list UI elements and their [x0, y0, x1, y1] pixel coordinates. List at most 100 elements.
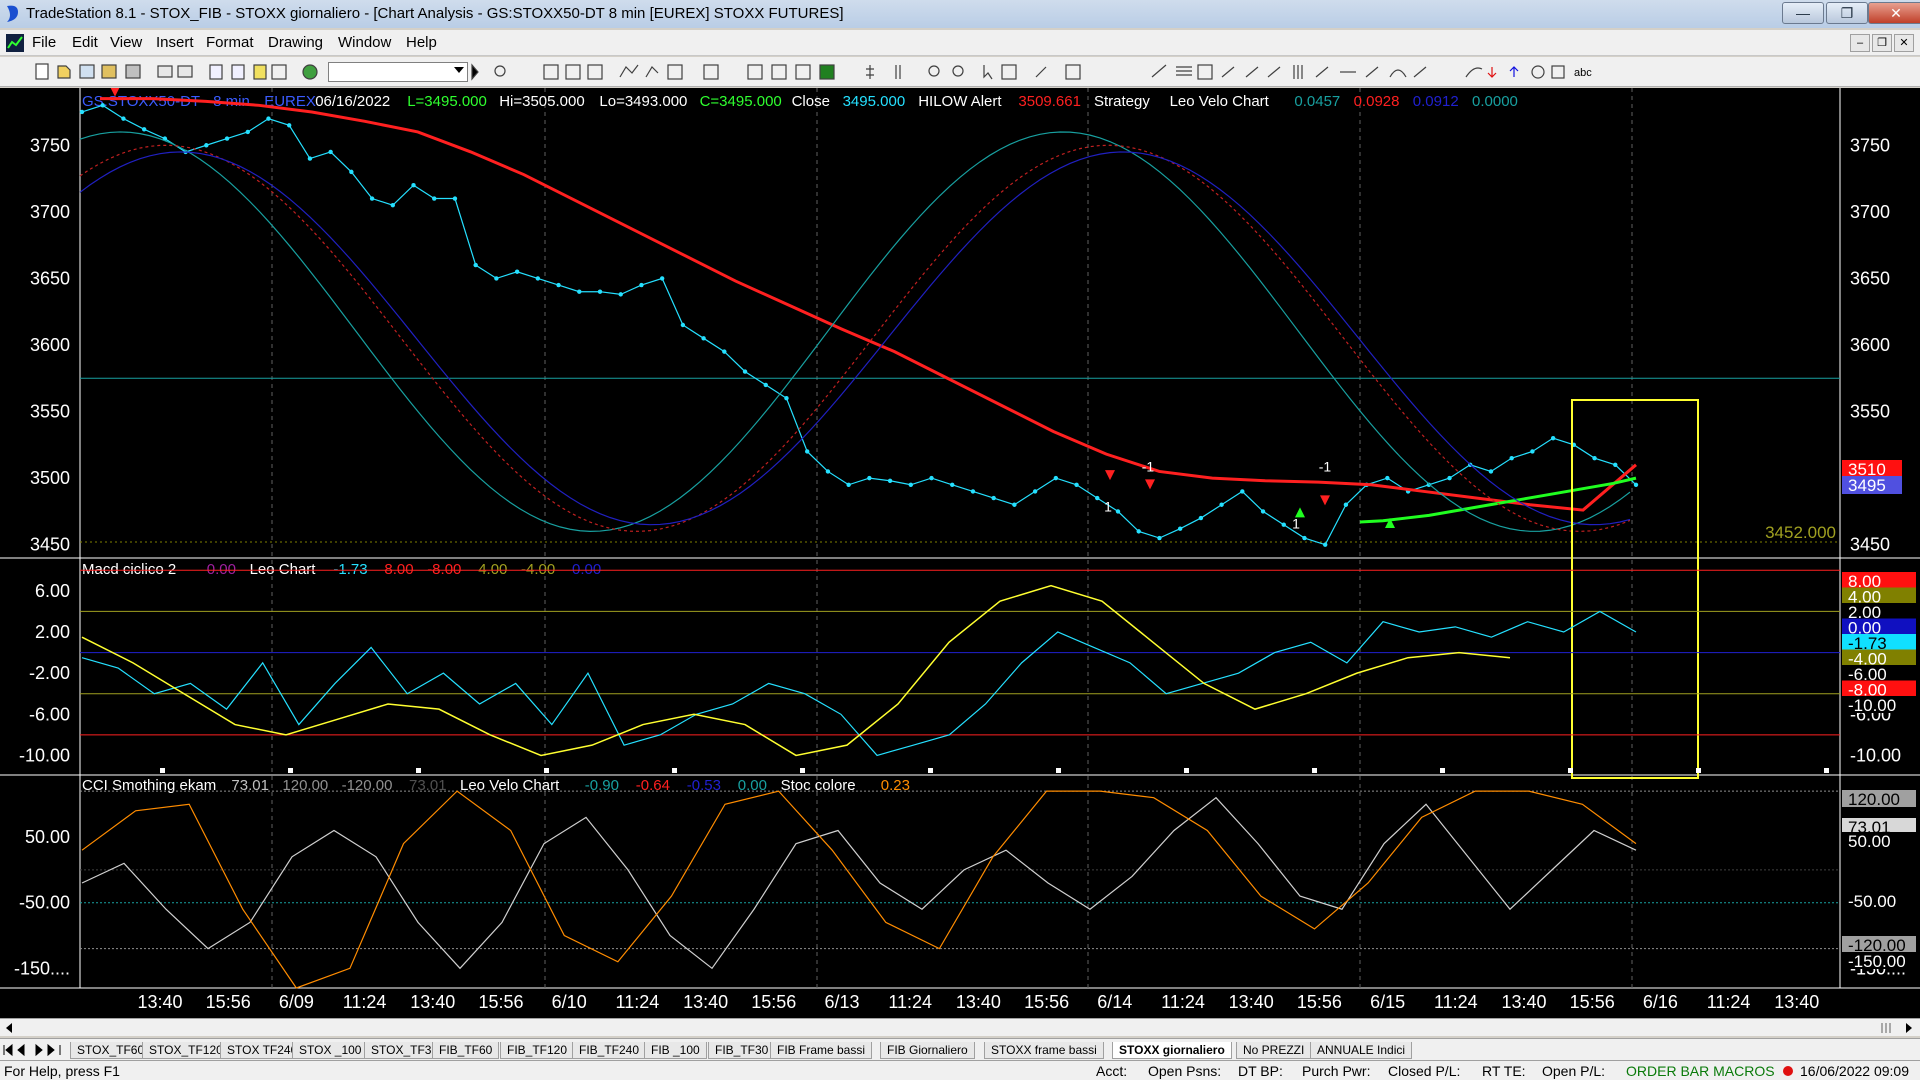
- tab-fib-tf120[interactable]: FIB_TF120: [500, 1042, 575, 1059]
- tab-nav-icons[interactable]: [2, 1043, 66, 1057]
- tools-icon[interactable]: [1035, 66, 1047, 78]
- folder-icon[interactable]: [101, 64, 117, 79]
- close-series-point: [825, 469, 831, 474]
- x-tick-2: 6/09: [279, 992, 314, 1012]
- maximize-icon[interactable]: ❐: [1826, 2, 1868, 24]
- menu-file[interactable]: File: [32, 34, 56, 51]
- bar-compress-icon[interactable]: [895, 65, 901, 79]
- buy-arrow-icon[interactable]: [1509, 66, 1519, 77]
- sell-arrow-icon[interactable]: [1487, 67, 1497, 78]
- scroll-thumb-icon[interactable]: [1880, 1022, 1896, 1034]
- insert-strategy-icon[interactable]: [645, 66, 659, 78]
- status-macros[interactable]: ORDER BAR MACROS: [1626, 1063, 1775, 1079]
- chart-area[interactable]: GS:STOXX50-DT - 8 min EUREX 06/16/2022 L=34…: [0, 88, 1920, 1026]
- go-arrow-icon[interactable]: [471, 63, 479, 81]
- print-icon[interactable]: [157, 65, 173, 78]
- close-series-point: [1530, 449, 1535, 454]
- scroll-right-icon[interactable]: [1904, 1022, 1914, 1034]
- tab-stox-tf120[interactable]: STOX_TF120: [142, 1042, 230, 1059]
- close-icon[interactable]: ✕: [1868, 2, 1920, 24]
- open-icon[interactable]: [57, 65, 71, 79]
- chart-window-icon[interactable]: [6, 34, 24, 52]
- tab-stoxx-frame-bassi[interactable]: STOXX frame bassi: [984, 1042, 1104, 1059]
- tab-fib-giornaliero[interactable]: FIB Giornaliero: [880, 1042, 975, 1059]
- tab-stoxx-giornaliero[interactable]: STOXX giornaliero: [1112, 1042, 1232, 1059]
- indicator-icon[interactable]: [771, 64, 787, 80]
- strategy-performance-icon[interactable]: [795, 64, 811, 80]
- mdi-restore-icon[interactable]: ❐: [1872, 34, 1892, 52]
- close-series-point: [1219, 502, 1224, 507]
- title-bar[interactable]: TradeStation 8.1 - STOX_FIB - STOXX gior…: [0, 0, 1920, 28]
- zoom-in-icon[interactable]: [928, 65, 940, 77]
- vertical-lines-icon[interactable]: [1293, 65, 1303, 79]
- save-icon[interactable]: [125, 64, 141, 79]
- matrix-icon[interactable]: [271, 64, 287, 80]
- macd-tag-8: -10.00: [1848, 696, 1896, 715]
- data-window-icon[interactable]: [565, 64, 581, 80]
- menu-drawing[interactable]: Drawing: [268, 34, 323, 51]
- arc-icon[interactable]: [1389, 69, 1407, 78]
- symbol-combo[interactable]: [328, 62, 468, 82]
- tab-fib-tf240[interactable]: FIB_TF240: [572, 1042, 647, 1059]
- ellipse-tool-icon[interactable]: [1531, 65, 1545, 79]
- globe-icon[interactable]: [302, 64, 318, 80]
- scroll-left-icon[interactable]: [4, 1022, 14, 1034]
- chart-analysis-icon[interactable]: [1001, 64, 1017, 80]
- tab-fib-tf30[interactable]: FIB_TF30: [708, 1042, 776, 1059]
- horizontal-lines-icon[interactable]: [1176, 66, 1192, 76]
- tab-stox-100[interactable]: STOX _100: [292, 1042, 369, 1059]
- chart-window-new-icon[interactable]: [209, 64, 223, 80]
- workspace-icon[interactable]: [1065, 64, 1081, 80]
- menu-help[interactable]: Help: [406, 34, 437, 51]
- open-workspace-icon[interactable]: [79, 64, 95, 79]
- horizontal-scrollbar[interactable]: [0, 1018, 1920, 1036]
- radar-screen-icon[interactable]: [231, 64, 245, 80]
- zoom-out-icon[interactable]: [952, 65, 964, 77]
- format-analysis-icon[interactable]: [703, 64, 719, 80]
- print-preview-icon[interactable]: [177, 65, 193, 78]
- speed-line-icon[interactable]: [1245, 66, 1259, 78]
- tab-fib-tf60[interactable]: FIB_TF60: [432, 1042, 500, 1059]
- chevron-down-icon[interactable]: [454, 67, 464, 73]
- search-icon[interactable]: [494, 65, 506, 77]
- status-line-icon[interactable]: [587, 64, 603, 80]
- cci-ytick-left-2: -150....: [14, 958, 70, 978]
- chart-svg[interactable]: GS:STOXX50-DT - 8 min EUREX 06/16/2022 L=34…: [0, 88, 1920, 1018]
- parallel-lines-icon[interactable]: [1365, 66, 1379, 78]
- insert-analysis-icon[interactable]: [619, 64, 639, 78]
- mdi-minimize-icon[interactable]: –: [1850, 34, 1870, 52]
- tab-fib-frame-bassi[interactable]: FIB Frame bassi: [770, 1042, 873, 1059]
- tab-stox-tf60[interactable]: STOX_TF60: [70, 1042, 152, 1059]
- format-window-icon[interactable]: [543, 64, 559, 80]
- price-header-9: HILOW Alert: [918, 93, 1002, 110]
- rectangle-tool-icon[interactable]: [1197, 64, 1213, 80]
- menu-view[interactable]: View: [110, 34, 142, 51]
- tab-no-prezzi[interactable]: No PREZZI: [1236, 1042, 1312, 1059]
- pencil-icon[interactable]: [1413, 66, 1427, 78]
- tab-annuale-indici[interactable]: ANNUALE Indici: [1310, 1042, 1413, 1059]
- menu-window[interactable]: Window: [338, 34, 391, 51]
- freehand-icon[interactable]: [1465, 67, 1483, 78]
- lock-icon[interactable]: [253, 64, 267, 80]
- chart-style-icon[interactable]: [819, 64, 835, 80]
- menu-edit[interactable]: Edit: [72, 34, 98, 51]
- close-series-point: [1281, 522, 1286, 527]
- andrews-pitchfork-icon[interactable]: [1267, 66, 1281, 78]
- fib-retracement-icon[interactable]: [1315, 66, 1329, 78]
- screener-icon[interactable]: [747, 64, 763, 80]
- trendline-icon[interactable]: [1151, 64, 1167, 78]
- bar-spacing-icon[interactable]: [866, 65, 874, 79]
- minimize-icon[interactable]: —: [1782, 2, 1824, 24]
- mdi-close-icon[interactable]: ✕: [1894, 34, 1914, 52]
- tab-fib-100[interactable]: FIB _100: [644, 1042, 707, 1059]
- pointer-icon[interactable]: [983, 65, 993, 80]
- cci-ytick-left-1: -50.00: [19, 893, 70, 913]
- menu-insert[interactable]: Insert: [156, 34, 194, 51]
- menu-format[interactable]: Format: [206, 34, 254, 51]
- highlight-box: [1571, 399, 1699, 779]
- fib-fan-icon[interactable]: [1221, 66, 1235, 78]
- text-tool-icon[interactable]: abc: [1574, 67, 1592, 79]
- format-symbol-icon[interactable]: [667, 64, 683, 80]
- new-icon[interactable]: [35, 63, 49, 80]
- rectangle-draw-icon[interactable]: [1551, 65, 1565, 79]
